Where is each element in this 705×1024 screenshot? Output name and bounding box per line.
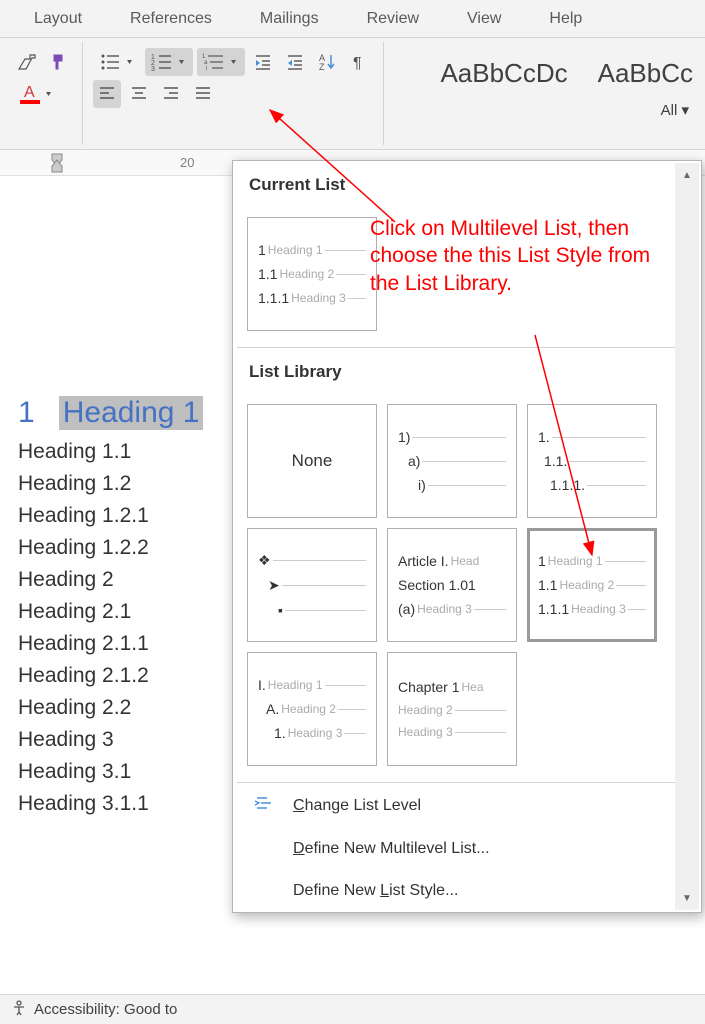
decrease-indent-button[interactable]: [249, 48, 277, 76]
tab-view[interactable]: View: [443, 2, 525, 36]
define-multilevel-menu[interactable]: Define New Multilevel List...: [233, 828, 701, 870]
increase-indent-button[interactable]: [281, 48, 309, 76]
paragraph-marks-button[interactable]: ¶: [345, 48, 373, 76]
annotation-text: Click on Multilevel List, then choose th…: [370, 215, 670, 297]
indent-marker[interactable]: [50, 152, 64, 174]
format-painter-button[interactable]: [44, 48, 72, 76]
align-right-button[interactable]: [157, 80, 185, 108]
style-normal[interactable]: AaBbCcDc: [430, 52, 577, 95]
list-library-title: List Library: [249, 362, 685, 382]
list-thumb-article[interactable]: Article I.Head Section 1.01 (a)Heading 3: [387, 528, 517, 642]
accessibility-status[interactable]: Accessibility: Good to: [34, 1001, 177, 1018]
list-thumb-none[interactable]: None: [247, 404, 377, 518]
define-list-style-menu[interactable]: Define New List Style...: [233, 870, 701, 912]
svg-text:¶: ¶: [353, 55, 362, 72]
list-thumb-parens[interactable]: 1) a) i): [387, 404, 517, 518]
tab-help[interactable]: Help: [525, 2, 606, 36]
change-list-level-menu[interactable]: CChange List Levelhange List Level ›: [233, 783, 701, 828]
multilevel-list-button[interactable]: 1ai: [197, 48, 245, 76]
indent-icon: [253, 794, 275, 817]
list-thumb-headings-selected[interactable]: 1Heading 1 1.1Heading 2 1.1.1Heading 3: [527, 528, 657, 642]
ruler-number: 20: [180, 155, 194, 170]
tab-references[interactable]: References: [106, 2, 236, 36]
current-list-title: Current List: [249, 175, 685, 195]
styles-gallery: AaBbCcDc AaBbCc All ▾: [430, 42, 703, 145]
svg-text:Z: Z: [319, 62, 325, 72]
style-heading[interactable]: AaBbCc: [588, 52, 703, 95]
ribbon-tabs: Layout References Mailings Review View H…: [0, 0, 705, 38]
current-list-thumb[interactable]: 1Heading 1 1.1Heading 2 1.1.1Heading 3: [247, 217, 377, 331]
ribbon-toolbar: A 123 1ai AZ ¶: [0, 38, 705, 150]
svg-text:3: 3: [151, 66, 155, 73]
svg-text:i: i: [206, 66, 207, 72]
dropdown-scrollbar[interactable]: ▲ ▼: [675, 163, 699, 910]
tab-review[interactable]: Review: [343, 2, 443, 36]
tab-layout[interactable]: Layout: [10, 2, 106, 36]
heading-number: 1: [18, 396, 35, 430]
list-thumb-dotnum[interactable]: 1. 1.1. 1.1.1.: [527, 404, 657, 518]
sort-button[interactable]: AZ: [313, 48, 341, 76]
svg-text:A: A: [24, 84, 35, 101]
align-center-button[interactable]: [125, 80, 153, 108]
bullets-button[interactable]: [93, 48, 141, 76]
all-styles-button[interactable]: All ▾: [661, 101, 703, 119]
list-thumb-bullets[interactable]: ❖ ➤ ▪: [247, 528, 377, 642]
font-color-button[interactable]: A: [12, 80, 60, 108]
align-left-button[interactable]: [93, 80, 121, 108]
scroll-up-button[interactable]: ▲: [677, 165, 697, 185]
numbering-button[interactable]: 123: [145, 48, 193, 76]
list-thumb-chapter[interactable]: Chapter 1Hea Heading 2 Heading 3: [387, 652, 517, 766]
scroll-down-button[interactable]: ▼: [677, 888, 697, 908]
tab-mailings[interactable]: Mailings: [236, 2, 343, 36]
accessibility-icon: [10, 999, 28, 1021]
list-thumb-roman[interactable]: I.Heading 1 A.Heading 2 1.Heading 3: [247, 652, 377, 766]
heading-1-text[interactable]: Heading 1: [59, 396, 204, 430]
clear-format-button[interactable]: [12, 48, 40, 76]
status-bar: Accessibility: Good to: [0, 994, 705, 1024]
justify-button[interactable]: [189, 80, 217, 108]
